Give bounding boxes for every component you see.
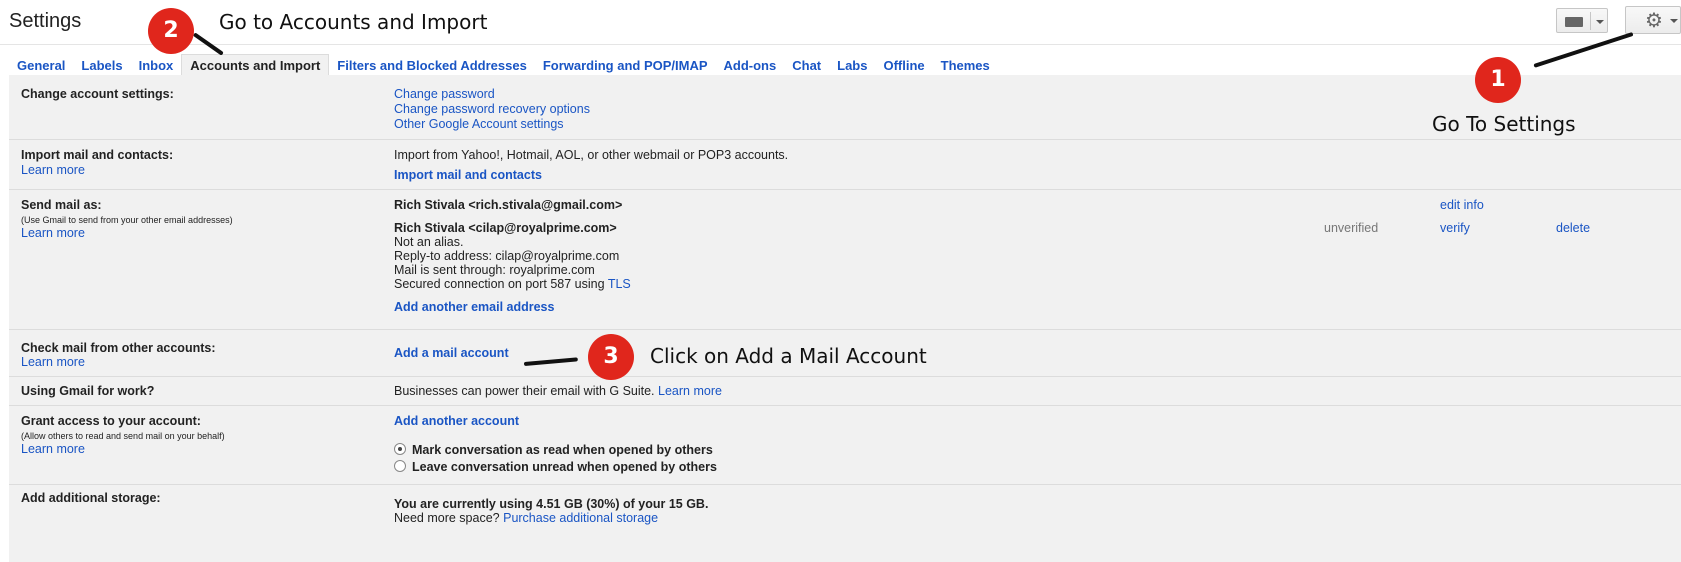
row-label: Send mail as:	[21, 198, 102, 212]
row-send-as: Send mail as: (Use Gmail to send from yo…	[9, 190, 1681, 330]
send-as-account-secondary: Rich Stivala <cilap@royalprime.com>	[394, 221, 617, 235]
tab-inbox[interactable]: Inbox	[131, 55, 182, 77]
chevron-down-icon	[1670, 19, 1678, 23]
add-email-address-button[interactable]: Add another email address	[394, 300, 554, 314]
row-note: (Allow others to read and send mail on y…	[21, 431, 225, 441]
delete-link[interactable]: delete	[1556, 221, 1590, 235]
edit-info-link[interactable]: edit info	[1440, 198, 1484, 212]
tab-labels[interactable]: Labels	[73, 55, 130, 77]
row-label: Check mail from other accounts:	[21, 341, 216, 355]
verify-link[interactable]: verify	[1440, 221, 1470, 235]
row-label: Add additional storage:	[21, 491, 161, 505]
need-more-text: Need more space?	[394, 511, 500, 525]
row-grant-access: Grant access to your account: (Allow oth…	[9, 406, 1681, 485]
annotation-badge-1: 1	[1475, 57, 1521, 103]
row-label: Using Gmail for work?	[21, 384, 155, 398]
row-change-account: Change account settings: Change password…	[9, 75, 1681, 140]
tab-filters[interactable]: Filters and Blocked Addresses	[329, 55, 535, 77]
radio-unselected-icon[interactable]	[394, 460, 406, 472]
row-label: Grant access to your account:	[21, 414, 201, 428]
tls-link[interactable]: TLS	[608, 277, 631, 291]
row-gmail-work: Using Gmail for work? Businesses can pow…	[9, 377, 1681, 406]
radio-selected-icon[interactable]	[394, 443, 406, 455]
reply-to-info: Reply-to address: cilap@royalprime.com	[394, 249, 620, 263]
change-password-link[interactable]: Change password	[394, 87, 495, 101]
send-as-account-primary: Rich Stivala <rich.stivala@gmail.com>	[394, 198, 623, 212]
learn-more-link[interactable]: Learn more	[21, 226, 85, 240]
status-badge: unverified	[1324, 221, 1379, 235]
import-mail-button[interactable]: Import mail and contacts	[394, 168, 542, 182]
annotation-text-1: Go To Settings	[1432, 112, 1576, 136]
chevron-down-icon[interactable]	[1596, 20, 1604, 24]
add-mail-account-button[interactable]: Add a mail account	[394, 346, 509, 360]
tab-offline[interactable]: Offline	[875, 55, 932, 77]
learn-more-link[interactable]: Learn more	[658, 384, 722, 398]
tab-labs[interactable]: Labs	[829, 55, 875, 77]
radio-mark-read[interactable]: Mark conversation as read when opened by…	[394, 443, 713, 457]
keyboard-button[interactable]	[1556, 8, 1608, 33]
page-title: Settings	[9, 10, 82, 32]
alias-info: Not an alias.	[394, 235, 464, 249]
tab-forwarding[interactable]: Forwarding and POP/IMAP	[535, 55, 716, 77]
settings-gear-button[interactable]: ⚙	[1625, 6, 1681, 34]
radio-leave-unread[interactable]: Leave conversation unread when opened by…	[394, 460, 717, 474]
tab-general[interactable]: General	[9, 55, 73, 77]
row-label: Import mail and contacts:	[21, 148, 174, 162]
keyboard-icon	[1565, 17, 1583, 27]
tab-add-ons[interactable]: Add-ons	[716, 55, 785, 77]
row-label: Change account settings:	[21, 87, 174, 101]
button-divider	[1590, 12, 1591, 30]
row-storage: Add additional storage: You are currentl…	[9, 485, 1681, 562]
sent-through-info: Mail is sent through: royalprime.com	[394, 263, 595, 277]
work-info: Businesses can power their email with G …	[394, 384, 722, 398]
gear-icon: ⚙	[1645, 10, 1663, 32]
radio-label: Mark conversation as read when opened by…	[412, 443, 713, 457]
row-import: Import mail and contacts: Learn more Imp…	[9, 140, 1681, 190]
settings-content: Change account settings: Change password…	[9, 75, 1681, 562]
purchase-storage-link[interactable]: Purchase additional storage	[503, 511, 658, 525]
work-text: Businesses can power their email with G …	[394, 384, 655, 398]
annotation-text-2: Go to Accounts and Import	[219, 10, 488, 34]
row-note: (Use Gmail to send from your other email…	[21, 215, 233, 225]
secured-text: Secured connection on port 587 using	[394, 277, 605, 291]
add-another-account-button[interactable]: Add another account	[394, 414, 519, 428]
learn-more-link[interactable]: Learn more	[21, 163, 85, 177]
tab-chat[interactable]: Chat	[784, 55, 829, 77]
google-account-settings-link[interactable]: Other Google Account settings	[394, 117, 564, 131]
tab-themes[interactable]: Themes	[933, 55, 998, 77]
import-description: Import from Yahoo!, Hotmail, AOL, or oth…	[394, 148, 789, 162]
storage-more: Need more space? Purchase additional sto…	[394, 511, 658, 525]
learn-more-link[interactable]: Learn more	[21, 442, 85, 456]
secured-connection-info: Secured connection on port 587 using TLS	[394, 277, 631, 291]
annotation-badge-3: 3	[588, 334, 634, 380]
annotation-text-3: Click on Add a Mail Account	[650, 344, 927, 368]
annotation-badge-2: 2	[148, 8, 194, 54]
radio-label: Leave conversation unread when opened by…	[412, 460, 717, 474]
change-recovery-link[interactable]: Change password recovery options	[394, 102, 590, 116]
storage-usage: You are currently using 4.51 GB (30%) of…	[394, 497, 709, 511]
learn-more-link[interactable]: Learn more	[21, 355, 85, 369]
